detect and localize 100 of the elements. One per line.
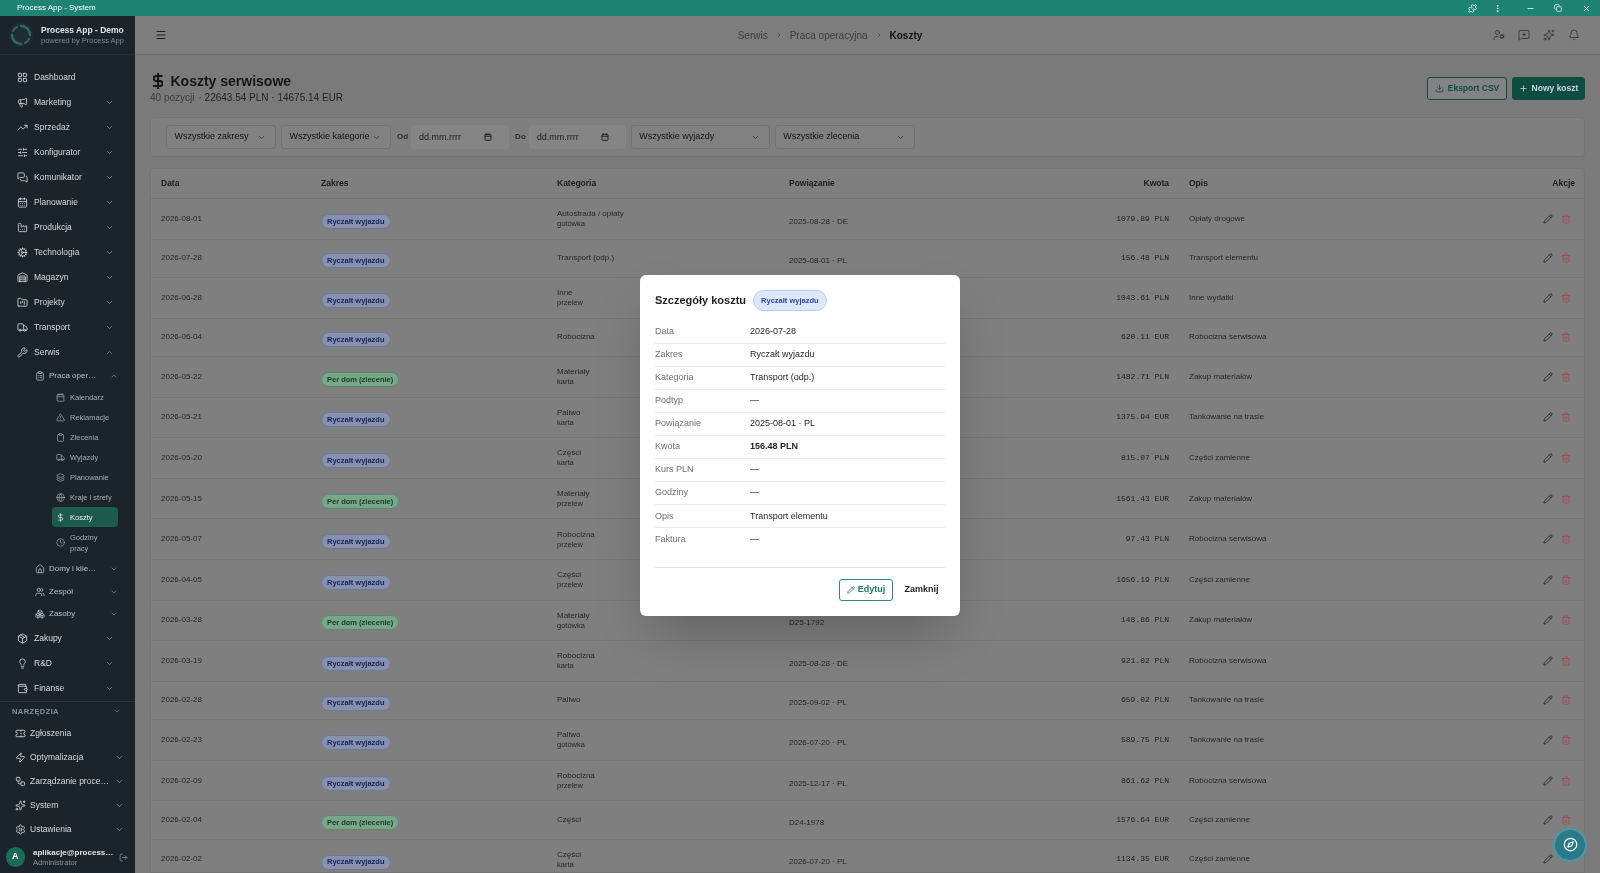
nav-item[interactable]: Ustawienia (0, 817, 135, 841)
table-cell: Inne wydatki (1189, 291, 1234, 304)
trash-icon[interactable] (1561, 371, 1571, 382)
dollar-icon (153, 73, 163, 89)
table-cell: 2025-08-01 · PL (789, 256, 847, 266)
trash-icon[interactable] (1561, 815, 1571, 825)
table-cell: Części (557, 815, 581, 825)
nav-item[interactable]: R&D (0, 650, 135, 676)
table-cell: Robocizna (557, 529, 595, 540)
pencil-icon[interactable] (1543, 615, 1553, 626)
filter-select[interactable]: Wszystkie zlecenia (774, 125, 915, 149)
truck-icon (55, 452, 65, 462)
calendar-icon[interactable] (484, 133, 493, 141)
trash-icon[interactable] (1561, 493, 1571, 504)
trash-icon[interactable] (1561, 213, 1571, 224)
bell-icon[interactable] (1568, 29, 1580, 41)
table-cell: 2026-02-23 (161, 733, 202, 746)
table-cell: Autostrada / opłaty (557, 209, 624, 220)
nav-item[interactable]: Domy i klie… (0, 558, 135, 581)
close-button[interactable]: Zamknij (898, 578, 945, 601)
table-cell: 1482.71 PLN (1116, 370, 1169, 383)
trash-icon[interactable] (1561, 412, 1571, 423)
trash-icon[interactable] (1561, 734, 1571, 745)
trash-icon[interactable] (1561, 574, 1571, 585)
nav-item[interactable]: Zakupy (0, 625, 135, 651)
nav-item[interactable]: Sprzedaż (0, 114, 135, 140)
nav-item[interactable]: Technologia (0, 239, 135, 265)
pencil-icon[interactable] (1543, 371, 1553, 382)
pencil-icon[interactable] (1543, 332, 1553, 343)
edit-button[interactable]: Edytuj (839, 578, 893, 601)
pencil-icon[interactable] (1543, 213, 1553, 224)
trash-icon[interactable] (1561, 615, 1571, 626)
nav-item[interactable]: Planowanie (0, 189, 135, 215)
calendar-icon[interactable] (600, 133, 609, 141)
pencil-icon[interactable] (1543, 253, 1553, 264)
nav-item[interactable]: Praca oper… (0, 364, 135, 387)
nav-item[interactable]: Zarządzanie proce… (0, 769, 135, 793)
close-icon[interactable] (1581, 3, 1591, 13)
message-plus-icon[interactable] (1518, 29, 1530, 41)
sparkles-icon[interactable] (1543, 29, 1555, 41)
pencil-icon[interactable] (1543, 775, 1553, 786)
trash-icon[interactable] (1561, 534, 1571, 545)
trash-icon[interactable] (1561, 775, 1571, 786)
puzzle-icon[interactable] (1468, 3, 1477, 13)
table-cell: 1561.43 EUR (1116, 492, 1169, 505)
filter-select[interactable]: Wszystkie wyjazdy (630, 125, 770, 149)
pencil-icon[interactable] (1543, 292, 1553, 303)
field-value: 2026-07-28 (750, 324, 797, 338)
pencil-icon[interactable] (1543, 493, 1553, 504)
restore-icon[interactable] (1554, 4, 1562, 12)
table-cell: 2026-02-04 (161, 814, 202, 826)
pencil-icon[interactable] (1543, 815, 1553, 825)
trash-icon[interactable] (1561, 292, 1571, 303)
pencil-icon[interactable] (1543, 574, 1553, 585)
table-cell: Materiały (557, 489, 590, 500)
nav-item[interactable]: Komunikator (0, 164, 135, 190)
pencil-icon[interactable] (1543, 695, 1553, 706)
table-cell: 2025-12-17 · PL (789, 778, 847, 788)
trash-icon[interactable] (1561, 332, 1571, 343)
field-label: Godziny (655, 486, 690, 500)
nav-item[interactable]: Zespół (0, 580, 135, 603)
nav-item[interactable]: Produkcja (0, 214, 135, 240)
breadcrumb-link[interactable]: Koszty (889, 27, 923, 43)
nav-item[interactable]: Marketing (0, 89, 135, 115)
menu-icon[interactable] (155, 29, 167, 41)
nav-item[interactable]: Serwis (0, 339, 135, 365)
date-field[interactable]: dd.mm.rrrr (528, 125, 626, 149)
trash-icon[interactable] (1561, 253, 1571, 264)
field-value: Transport (odp.) (750, 371, 815, 384)
pencil-icon[interactable] (1543, 655, 1553, 666)
table-cell: Robocizna serwisowa (1189, 331, 1267, 344)
nav-item[interactable]: Magazyn (0, 264, 135, 290)
trash-icon[interactable] (1561, 695, 1571, 706)
nav-item[interactable]: Konfigurator (0, 139, 135, 165)
nav-item[interactable]: System (0, 793, 135, 817)
filter-select[interactable]: Wszystkie kategorie (281, 125, 391, 149)
field-value: — (750, 463, 759, 477)
pencil-icon[interactable] (1543, 734, 1553, 745)
pencil-icon[interactable] (1543, 452, 1553, 463)
nav-item[interactable]: Projekty (0, 289, 135, 315)
filter-select[interactable]: Wszystkie zakresy (166, 125, 276, 149)
nav-item[interactable]: Finanse (0, 675, 135, 701)
pencil-icon[interactable] (1543, 412, 1553, 423)
dollar-icon (55, 512, 65, 522)
pencil-icon[interactable] (1543, 854, 1553, 865)
nav-item[interactable]: Optymalizacja (0, 745, 135, 769)
nav-item[interactable]: Zgłoszenia (0, 721, 135, 745)
trash-icon[interactable] (1561, 452, 1571, 463)
nav-item[interactable]: Zasoby (0, 603, 135, 626)
nav-item[interactable]: Transport (0, 314, 135, 340)
pencil-icon[interactable] (1543, 534, 1553, 545)
totals-text: · 22643.54 PLN · 14675.14 EUR (198, 91, 343, 104)
trash-icon[interactable] (1561, 655, 1571, 666)
date-field[interactable]: dd.mm.rrrr (411, 125, 510, 149)
add-button[interactable]: Nowy koszt (1512, 76, 1585, 100)
table-cell: Robocizna serwisowa (1189, 533, 1267, 546)
logout-icon[interactable] (119, 852, 128, 862)
nav-item[interactable]: Dashboard (0, 64, 135, 90)
user-cog-icon[interactable] (1493, 29, 1505, 41)
more-icon[interactable] (1493, 3, 1502, 13)
